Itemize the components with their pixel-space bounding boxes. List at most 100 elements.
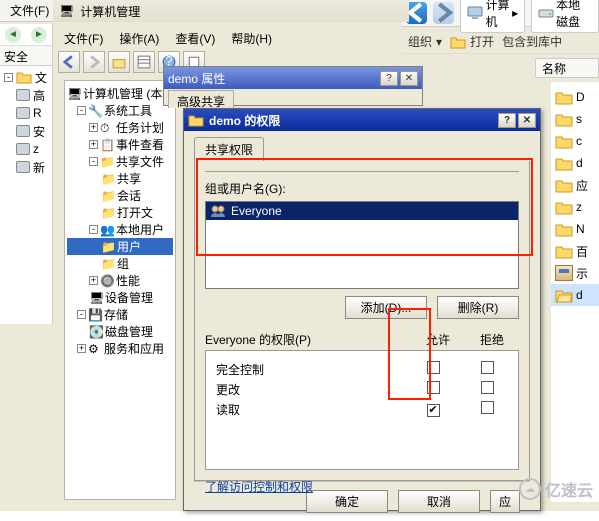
security-nav: ◄ ► bbox=[0, 24, 52, 46]
tree-groups[interactable]: 📁组 bbox=[67, 255, 173, 272]
folder-icon bbox=[188, 113, 204, 127]
cm-titlebar: 🖥 计算机管理 bbox=[53, 0, 409, 22]
list-item[interactable]: 新 bbox=[2, 158, 50, 176]
list-item[interactable]: 安 bbox=[2, 122, 50, 140]
breadcrumb-computer[interactable]: 计算机▸ bbox=[460, 0, 525, 33]
folder-icon bbox=[555, 244, 573, 259]
list-item[interactable]: d bbox=[551, 152, 599, 174]
sec-back-icon[interactable]: ◄ bbox=[5, 27, 21, 43]
group-users-label: 组或用户名(G): bbox=[205, 180, 519, 197]
list-item[interactable]: z bbox=[551, 196, 599, 218]
perm-close-button[interactable]: ✕ bbox=[518, 113, 536, 128]
tool-forward-icon bbox=[83, 51, 105, 73]
tool-up-icon[interactable] bbox=[108, 51, 130, 73]
list-item[interactable]: 应 bbox=[551, 174, 599, 196]
tree-sessions[interactable]: 📁会话 bbox=[67, 187, 173, 204]
tree-devmgr[interactable]: 🖥设备管理 bbox=[67, 289, 173, 306]
permissions-grid: 完全控制 更改 读取 bbox=[205, 350, 519, 470]
permissions-dialog: demo 的权限 ? ✕ 共享权限 组或用户名(G): Everyone 添加(… bbox=[183, 108, 541, 511]
perm-title-text: demo 的权限 bbox=[209, 112, 280, 129]
security-header: 安全 bbox=[0, 46, 52, 66]
cm-menu-help[interactable]: 帮助(H) bbox=[225, 28, 278, 49]
perm-for-label: Everyone 的权限(P) bbox=[205, 331, 411, 348]
tree-perf[interactable]: +🔘性能 bbox=[67, 272, 173, 289]
action-open[interactable]: 打开 bbox=[450, 33, 494, 50]
perm-titlebar[interactable]: demo 的权限 ? ✕ bbox=[184, 109, 540, 131]
cm-menu-view[interactable]: 查看(V) bbox=[169, 28, 221, 49]
folder-icon bbox=[555, 178, 573, 193]
perm-row-change: 更改 bbox=[216, 379, 514, 399]
users-listbox[interactable]: Everyone bbox=[205, 201, 519, 289]
tree-root[interactable]: 🖥计算机管理 (本地 bbox=[67, 85, 173, 102]
nav-forward-button[interactable] bbox=[433, 2, 454, 24]
sec-forward-icon[interactable]: ► bbox=[31, 27, 47, 43]
list-item[interactable]: N bbox=[551, 218, 599, 240]
props-help-button[interactable]: ? bbox=[380, 71, 398, 86]
add-button[interactable]: 添加(D)... bbox=[345, 296, 427, 319]
tree-systools[interactable]: -🔧系统工具 bbox=[67, 102, 173, 119]
tab-share-permissions[interactable]: 共享权限 bbox=[194, 137, 264, 161]
cm-title-icon: 🖥 bbox=[59, 4, 74, 18]
cb-change-deny[interactable] bbox=[481, 381, 494, 394]
cm-menu-file[interactable]: 文件(F) bbox=[58, 28, 109, 49]
tree-task[interactable]: +⏱任务计划 bbox=[67, 119, 173, 136]
column-header-name[interactable]: 名称 bbox=[535, 58, 599, 78]
cm-title-text: 计算机管理 bbox=[80, 3, 140, 20]
cb-full-allow[interactable] bbox=[427, 361, 440, 374]
adv-share-tab[interactable]: 高级共享 bbox=[168, 90, 234, 108]
outer-menu-file[interactable]: 文件(F) bbox=[4, 0, 55, 21]
properties-titlebar[interactable]: demo 属性 ? ✕ bbox=[164, 67, 422, 89]
action-organize[interactable]: 组织 ▾ bbox=[408, 33, 442, 50]
perm-row-read: 读取 bbox=[216, 399, 514, 419]
tree-users[interactable]: 📁用户 bbox=[67, 238, 173, 255]
list-item[interactable]: z bbox=[2, 140, 50, 158]
properties-title-text: demo 属性 bbox=[168, 70, 225, 87]
explorer-actions: 组织 ▾ 打开 包含到库中 bbox=[402, 30, 599, 54]
learn-acl-link[interactable]: 了解访问控制和权限 bbox=[205, 478, 313, 495]
list-item[interactable]: s bbox=[551, 108, 599, 130]
nav-back-button[interactable] bbox=[406, 2, 427, 24]
tool-list-icon[interactable] bbox=[133, 51, 155, 73]
list-item[interactable]: 高 bbox=[2, 86, 50, 104]
tool-back-icon[interactable] bbox=[58, 51, 80, 73]
props-close-button[interactable]: ✕ bbox=[400, 71, 418, 86]
user-everyone-row[interactable]: Everyone bbox=[206, 202, 518, 220]
sec-root[interactable]: -文 bbox=[2, 68, 50, 86]
tree-event[interactable]: +📋事件查看 bbox=[67, 136, 173, 153]
cb-full-deny[interactable] bbox=[481, 361, 494, 374]
tree-shared[interactable]: -📁共享文件 bbox=[67, 153, 173, 170]
cb-read-deny[interactable] bbox=[481, 401, 494, 414]
explorer-nav: 计算机▸ 本地磁盘 bbox=[402, 0, 599, 27]
perm-help-button[interactable]: ? bbox=[498, 113, 516, 128]
group-icon bbox=[210, 204, 226, 218]
tree-services[interactable]: +⚙服务和应用 bbox=[67, 340, 173, 357]
perm-row-full: 完全控制 bbox=[216, 359, 514, 379]
archive-icon bbox=[555, 265, 573, 281]
tree-localusers[interactable]: -👥本地用户 bbox=[67, 221, 173, 238]
remove-button[interactable]: 删除(R) bbox=[437, 296, 519, 319]
list-item[interactable]: c bbox=[551, 130, 599, 152]
action-include[interactable]: 包含到库中 bbox=[502, 33, 562, 50]
list-item[interactable]: 百 bbox=[551, 240, 599, 262]
tree-shares[interactable]: 📁共享 bbox=[67, 170, 173, 187]
drive-icon bbox=[538, 6, 554, 20]
col-allow: 允许 bbox=[411, 331, 465, 348]
breadcrumb-localdisk[interactable]: 本地磁盘 bbox=[531, 0, 599, 33]
breadcrumb-localdisk-label: 本地磁盘 bbox=[556, 0, 592, 30]
folder-icon bbox=[555, 90, 573, 105]
cb-change-allow[interactable] bbox=[427, 381, 440, 394]
list-item[interactable]: D bbox=[551, 86, 599, 108]
tree-diskmgr[interactable]: 💽磁盘管理 bbox=[67, 323, 173, 340]
col-deny: 拒绝 bbox=[465, 331, 519, 348]
security-tree: -文 高 R 安 z 新 bbox=[0, 66, 52, 178]
watermark: ☁ 亿速云 bbox=[519, 477, 593, 501]
user-everyone-label: Everyone bbox=[231, 204, 282, 218]
cm-menu-action[interactable]: 操作(A) bbox=[113, 28, 165, 49]
list-item[interactable]: 示 bbox=[551, 262, 599, 284]
list-item[interactable]: R bbox=[2, 104, 50, 122]
folder-icon bbox=[555, 112, 573, 127]
tree-storage[interactable]: -💾存储 bbox=[67, 306, 173, 323]
cb-read-allow[interactable] bbox=[427, 404, 440, 417]
tree-openfiles[interactable]: 📁打开文 bbox=[67, 204, 173, 221]
list-item[interactable]: d bbox=[551, 284, 599, 306]
